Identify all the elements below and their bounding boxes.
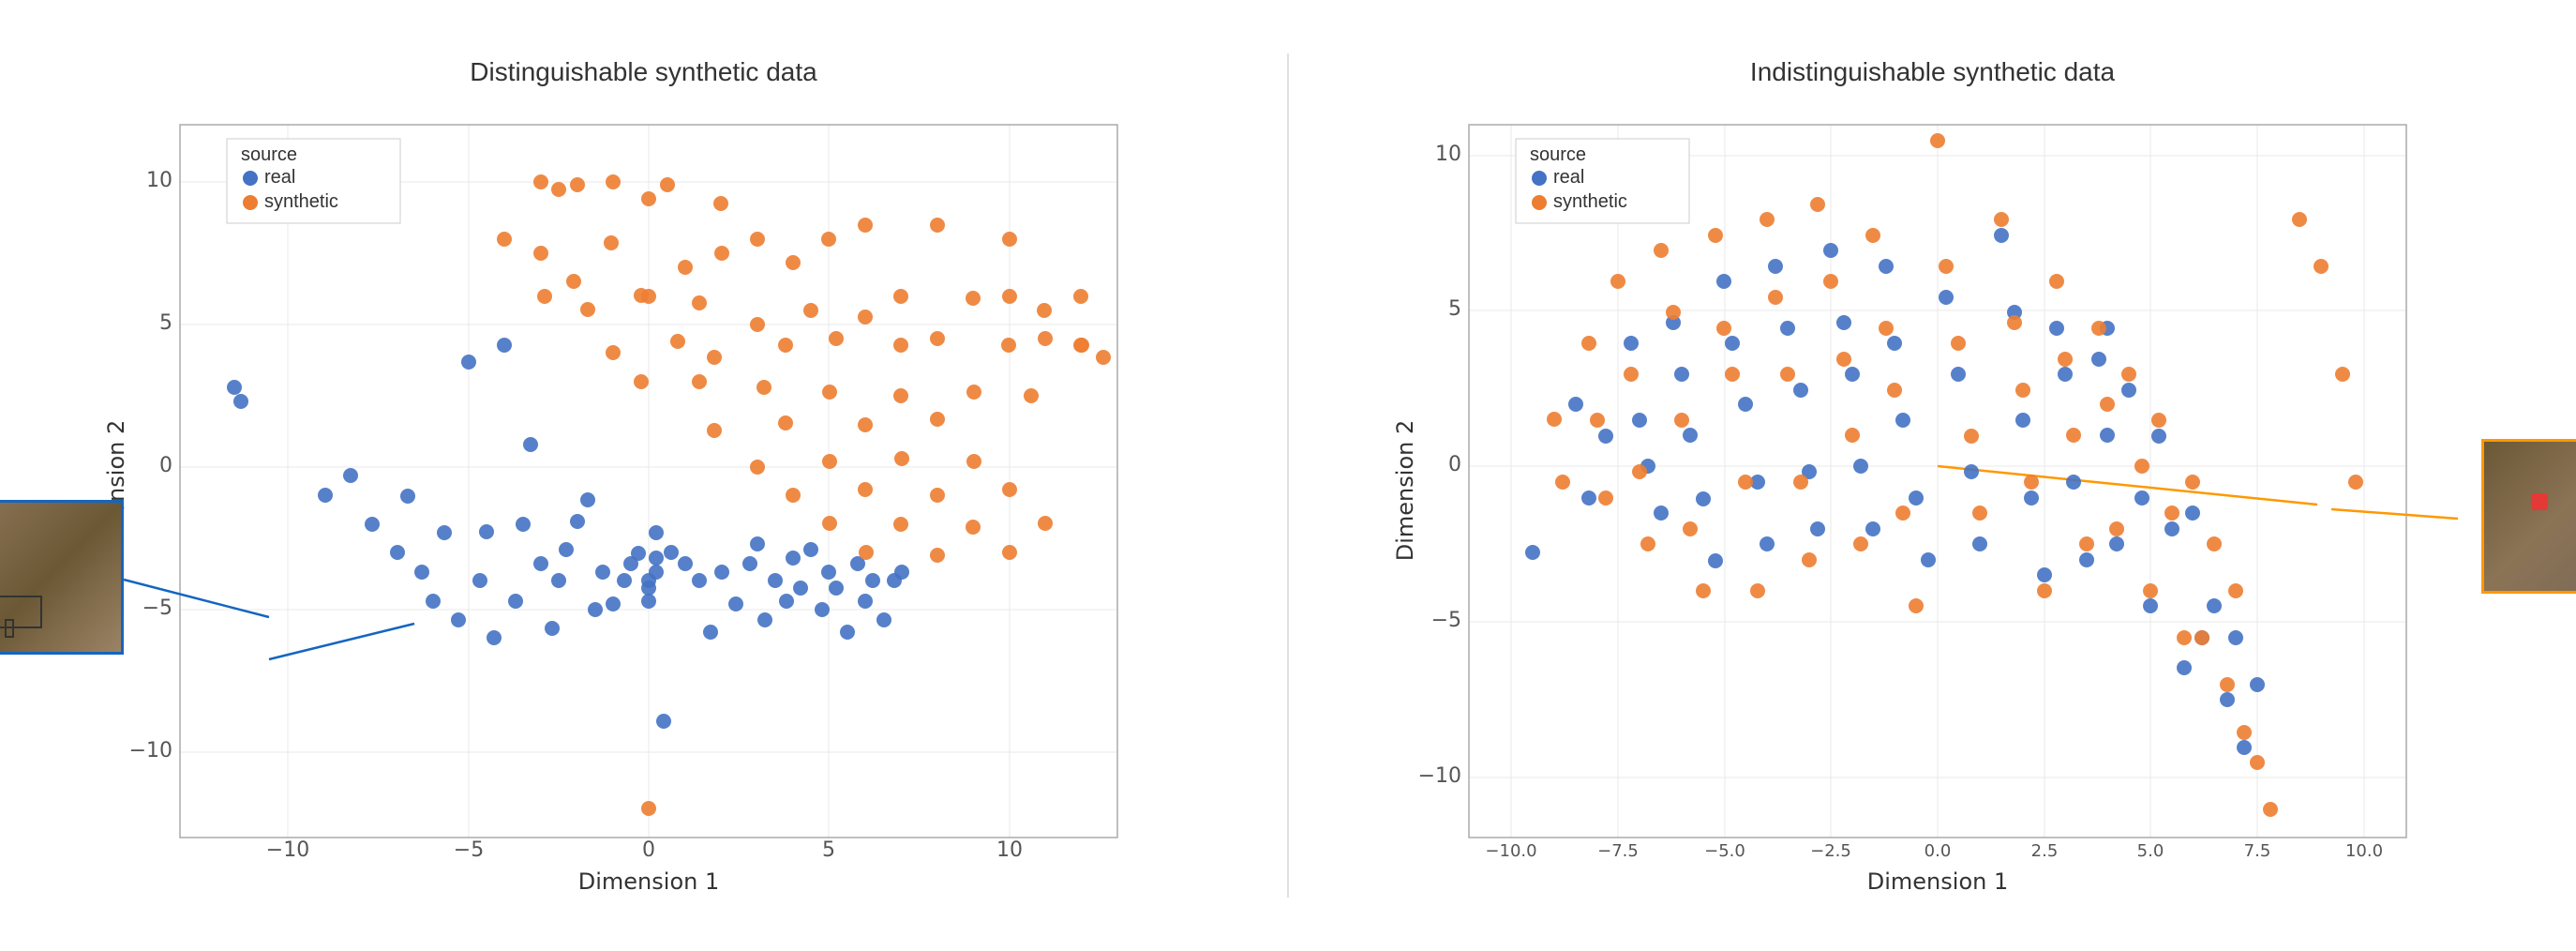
svg-text:10: 10	[996, 838, 1023, 862]
left-chart-panel: Distinguishable synthetic data	[0, 0, 1287, 951]
svg-text:real: real	[1553, 167, 1584, 188]
svg-text:−2.5: −2.5	[1810, 841, 1851, 861]
right-chart-svg: −10.0 −7.5 −5.0 −2.5 0.0 2.5 5.0 7.5 10.…	[1394, 97, 2472, 894]
svg-text:10: 10	[1435, 143, 1461, 166]
svg-text:5: 5	[1448, 297, 1461, 321]
svg-text:−10: −10	[265, 838, 308, 862]
svg-text:0: 0	[1448, 453, 1461, 476]
thumbnail-left	[0, 500, 124, 655]
svg-text:10.0: 10.0	[2344, 841, 2382, 861]
svg-text:−5.0: −5.0	[1704, 841, 1745, 861]
thumbnail-right	[2481, 439, 2576, 594]
svg-text:0: 0	[642, 838, 655, 862]
svg-text:Dimension 1: Dimension 1	[1866, 868, 2007, 894]
svg-text:5.0: 5.0	[2136, 841, 2164, 861]
svg-text:real: real	[264, 167, 295, 188]
svg-text:synthetic: synthetic	[264, 191, 338, 212]
svg-text:0: 0	[159, 454, 172, 477]
right-chart-title: Indistinguishable synthetic data	[1750, 57, 2115, 87]
svg-text:7.5: 7.5	[2243, 841, 2270, 861]
right-chart-panel: Indistinguishable synthetic data	[1289, 0, 2576, 951]
left-chart-svg: −10 −5 0 5 10 10 5 0 −5 −10 Dimension 1 …	[105, 97, 1183, 894]
svg-text:5: 5	[822, 838, 835, 862]
svg-text:−5: −5	[453, 838, 483, 862]
svg-text:−7.5: −7.5	[1597, 841, 1639, 861]
svg-text:source: source	[241, 144, 297, 165]
svg-text:synthetic: synthetic	[1553, 191, 1627, 212]
svg-text:0.0: 0.0	[1924, 841, 1951, 861]
svg-text:−10: −10	[128, 739, 172, 762]
svg-text:−5: −5	[1430, 609, 1460, 632]
svg-text:5: 5	[159, 311, 172, 335]
svg-text:−10.0: −10.0	[1485, 841, 1536, 861]
svg-text:10: 10	[146, 169, 172, 192]
svg-text:source: source	[1530, 144, 1586, 165]
left-chart-title: Distinguishable synthetic data	[470, 57, 816, 87]
svg-text:Dimension 2: Dimension 2	[1394, 420, 1418, 561]
right-chart-area: −10.0 −7.5 −5.0 −2.5 0.0 2.5 5.0 7.5 10.…	[1394, 97, 2472, 894]
svg-text:−10: −10	[1417, 764, 1460, 788]
svg-text:Dimension 1: Dimension 1	[577, 868, 718, 894]
main-container: Distinguishable synthetic data	[0, 0, 2576, 951]
svg-text:−5: −5	[142, 596, 172, 620]
left-chart-area: −10 −5 0 5 10 10 5 0 −5 −10 Dimension 1 …	[105, 97, 1183, 894]
svg-text:2.5: 2.5	[2030, 841, 2058, 861]
